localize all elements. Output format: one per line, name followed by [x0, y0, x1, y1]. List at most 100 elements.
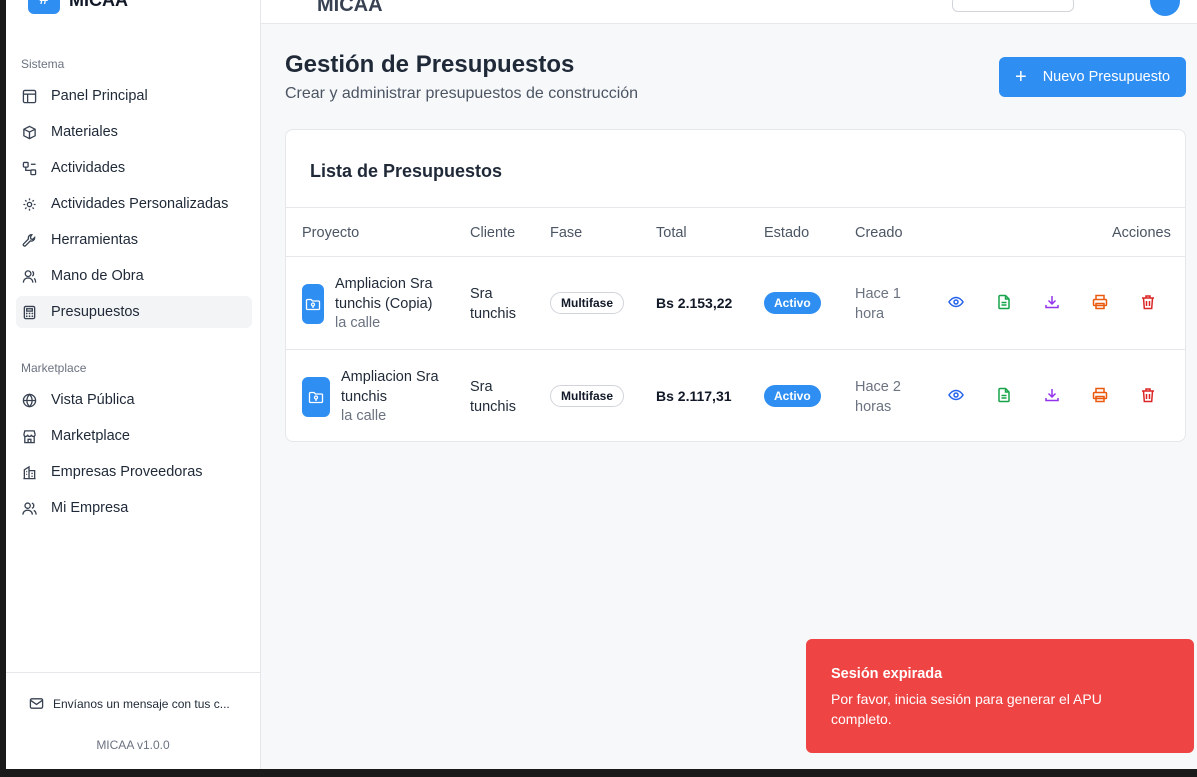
- sidebar-item-label: Panel Principal: [51, 88, 148, 104]
- document-button[interactable]: [996, 294, 1014, 312]
- view-button[interactable]: [948, 294, 966, 312]
- sidebar-item-label: Vista Pública: [51, 392, 135, 408]
- app-window: # MICAA Sistema Panel Principal Material…: [6, 0, 1197, 769]
- sidebar-item-panel-principal[interactable]: Panel Principal: [16, 80, 252, 112]
- printer-icon: [1092, 387, 1108, 403]
- sidebar-item-herramientas[interactable]: Herramientas: [16, 224, 252, 256]
- column-header-proyecto: Proyecto: [302, 225, 360, 241]
- section-label-marketplace: Marketplace: [21, 361, 87, 375]
- feedback-text: Envíanos un mensaje con tus c...: [53, 696, 230, 711]
- phase-badge: Multifase: [550, 385, 625, 407]
- sidebar-item-label: Mano de Obra: [51, 268, 144, 284]
- nav-sistema: Panel Principal Materiales Actividades A…: [16, 80, 252, 332]
- folder-icon: [302, 377, 330, 417]
- delete-button[interactable]: [1140, 387, 1158, 405]
- folder-icon: [302, 284, 324, 324]
- brand[interactable]: # MICAA: [28, 0, 128, 14]
- status-badge: Activo: [764, 292, 821, 314]
- wrench-icon: [22, 233, 36, 247]
- header-title: MICAA: [317, 0, 383, 16]
- sidebar-item-label: Actividades Personalizadas: [51, 196, 229, 212]
- table-row: Ampliacion Sra tunchis (Copia) la calle …: [286, 257, 1185, 350]
- new-budget-button[interactable]: + Nuevo Presupuesto: [999, 57, 1186, 97]
- sidebar-item-mi-empresa[interactable]: Mi Empresa: [16, 492, 252, 524]
- client-name: Sra tunchis: [470, 286, 516, 322]
- store-icon: [23, 429, 36, 443]
- session-expired-toast[interactable]: Sesión expirada Por favor, inicia sesión…: [806, 639, 1194, 753]
- users-icon: [22, 501, 37, 515]
- sidebar-item-marketplace[interactable]: Marketplace: [16, 420, 252, 452]
- delete-button[interactable]: [1140, 294, 1158, 312]
- sidebar-item-actividades[interactable]: Actividades: [16, 152, 252, 184]
- feedback-link[interactable]: Envíanos un mensaje con tus c...: [29, 696, 230, 711]
- budget-total: Bs 2.153,22: [656, 295, 733, 311]
- table-header: Proyecto Cliente Fase Total Estado Cread…: [286, 207, 1185, 257]
- toast-title: Sesión expirada: [831, 666, 943, 682]
- gear-icon: [23, 197, 36, 211]
- project-name[interactable]: Ampliacion Sra tunchis (Copia): [335, 274, 445, 314]
- package-icon: [23, 125, 36, 139]
- app-version: MICAA v1.0.0: [96, 738, 170, 752]
- header-select[interactable]: [952, 0, 1074, 12]
- workflow-icon: [22, 161, 37, 175]
- sidebar-footer: Envíanos un mensaje con tus c... MICAA v…: [6, 672, 260, 769]
- project-location: la calle: [335, 315, 381, 331]
- table-row: Ampliacion Sra tunchis la calle Sra tunc…: [286, 350, 1185, 443]
- brand-logo-icon: #: [28, 0, 60, 14]
- budget-list-card: Lista de Presupuestos Proyecto Cliente F…: [285, 129, 1186, 442]
- top-header: MICAA: [261, 0, 1197, 24]
- project-name[interactable]: Ampliacion Sra tunchis: [341, 367, 451, 407]
- document-button[interactable]: [996, 387, 1014, 405]
- column-header-cliente: Cliente: [470, 225, 516, 241]
- column-header-creado: Creado: [855, 225, 903, 241]
- toast-message: Por favor, inicia sesión para generar el…: [831, 691, 1102, 727]
- budget-total: Bs 2.117,31: [656, 388, 732, 404]
- printer-icon: [1092, 294, 1108, 310]
- sidebar-item-label: Materiales: [51, 124, 118, 140]
- download-button[interactable]: [1044, 294, 1062, 312]
- sidebar-item-empresas-proveedoras[interactable]: Empresas Proveedoras: [16, 456, 252, 488]
- eye-icon: [948, 296, 964, 308]
- column-header-fase: Fase: [550, 225, 583, 241]
- building-icon: [23, 465, 36, 479]
- card-title: Lista de Presupuestos: [310, 161, 503, 181]
- trash-icon: [1142, 388, 1154, 403]
- sidebar-item-vista-publica[interactable]: Vista Pública: [16, 384, 252, 416]
- page-title: Gestión de Presupuestos: [285, 51, 575, 78]
- avatar[interactable]: [1150, 0, 1180, 16]
- sidebar-item-label: Marketplace: [51, 428, 130, 444]
- client-name: Sra tunchis: [470, 379, 516, 415]
- user-icon: [22, 269, 37, 283]
- mail-icon: [29, 698, 44, 709]
- brand-name: MICAA: [69, 0, 128, 11]
- trash-icon: [1142, 295, 1154, 310]
- plus-icon: +: [1015, 66, 1027, 88]
- eye-icon: [948, 389, 964, 401]
- calculator-icon: [23, 305, 36, 319]
- download-icon: [1045, 389, 1059, 402]
- created-time: Hace 2 horas: [855, 379, 901, 415]
- sidebar-item-label: Mi Empresa: [51, 500, 129, 516]
- project-location: la calle: [341, 408, 387, 424]
- section-label-sistema: Sistema: [21, 57, 65, 71]
- print-button[interactable]: [1092, 294, 1110, 312]
- layout-icon: [22, 89, 37, 103]
- sidebar-item-presupuestos[interactable]: Presupuestos: [16, 296, 252, 328]
- sidebar-item-label: Presupuestos: [51, 304, 140, 320]
- phase-badge: Multifase: [550, 292, 625, 314]
- download-icon: [1045, 296, 1059, 309]
- download-button[interactable]: [1044, 387, 1062, 405]
- sidebar-item-mano-de-obra[interactable]: Mano de Obra: [16, 260, 252, 292]
- print-button[interactable]: [1092, 387, 1110, 405]
- new-budget-label: Nuevo Presupuesto: [1042, 69, 1171, 85]
- column-header-total: Total: [656, 225, 687, 241]
- page-subtitle: Crear y administrar presupuestos de cons…: [285, 85, 639, 102]
- file-text-icon: [998, 387, 1010, 403]
- column-header-acciones: Acciones: [1112, 225, 1171, 241]
- created-time: Hace 1 hora: [855, 286, 901, 322]
- sidebar-item-materiales[interactable]: Materiales: [16, 116, 252, 148]
- sidebar-item-actividades-personalizadas[interactable]: Actividades Personalizadas: [16, 188, 252, 220]
- nav-marketplace: Vista Pública Marketplace Empresas Prove…: [16, 384, 252, 528]
- sidebar-item-label: Herramientas: [51, 232, 139, 248]
- view-button[interactable]: [948, 387, 966, 405]
